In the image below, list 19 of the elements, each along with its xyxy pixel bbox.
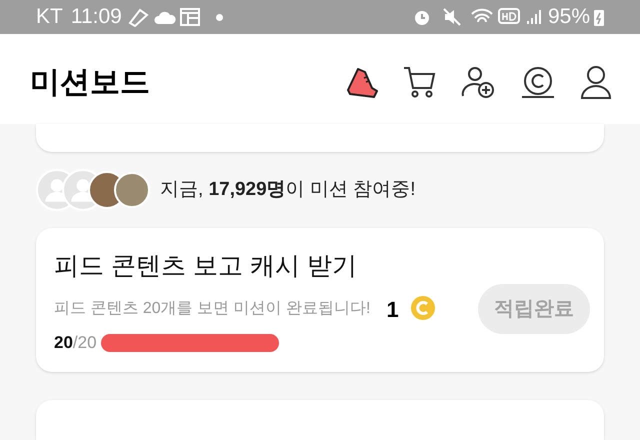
progress-current: 20: [54, 332, 73, 354]
battery-icon: [594, 8, 604, 26]
signal-icon: [526, 8, 542, 26]
participants-text: 지금, 17,929명이 미션 참여중!: [160, 178, 416, 202]
mission-description: 피드 콘텐츠 20개를 보면 미션이 완료됩니다!: [54, 299, 370, 319]
cloud-icon: [154, 10, 176, 24]
page-title: 미션보드: [30, 65, 150, 102]
cart-icon[interactable]: [402, 64, 438, 100]
user-icon[interactable]: [580, 64, 612, 100]
carrier: KT: [36, 4, 63, 30]
clock: 11:09: [70, 4, 122, 30]
mission-title: 피드 콘텐츠 보고 캐시 받기: [54, 251, 358, 282]
reward-amount: 1: [386, 296, 399, 324]
battery-percent: 95%: [548, 4, 590, 30]
mute-icon: [442, 7, 462, 28]
photo-placeholder: [114, 172, 150, 208]
progress-total: /20: [72, 332, 97, 354]
calendar-icon: [180, 8, 200, 26]
add-user-icon[interactable]: [460, 64, 496, 100]
